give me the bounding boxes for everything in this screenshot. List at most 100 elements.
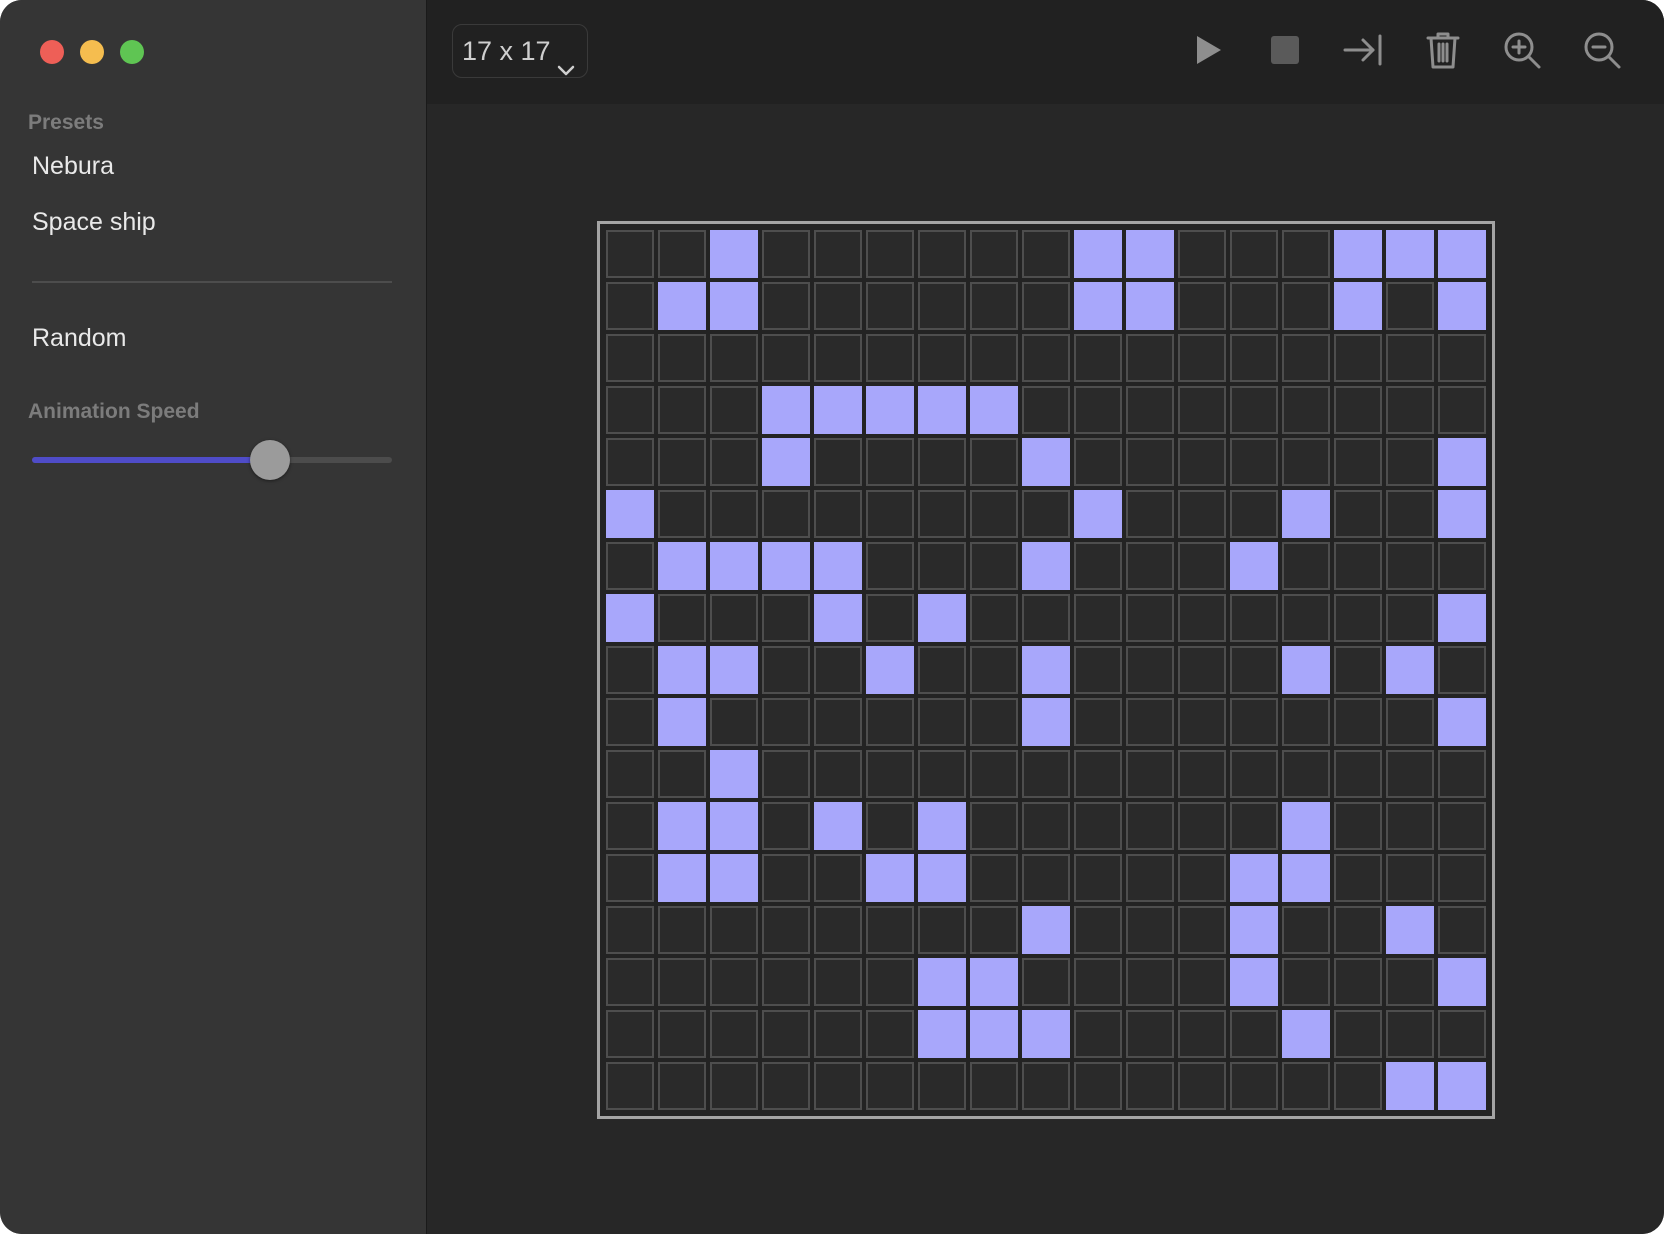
grid-cell[interactable] <box>1178 594 1226 642</box>
grid-cell[interactable] <box>1386 958 1434 1006</box>
grid-cell[interactable] <box>1178 282 1226 330</box>
grid-cell[interactable] <box>658 386 706 434</box>
grid-cell[interactable] <box>1074 334 1122 382</box>
grid-cell[interactable] <box>1386 282 1434 330</box>
grid-cell[interactable] <box>918 802 966 850</box>
grid-cell[interactable] <box>1126 906 1174 954</box>
grid-cell[interactable] <box>814 750 862 798</box>
grid-cell[interactable] <box>918 490 966 538</box>
grid-cell[interactable] <box>1074 1062 1122 1110</box>
grid-cell[interactable] <box>658 594 706 642</box>
grid-cell[interactable] <box>1282 646 1330 694</box>
grid-cell[interactable] <box>1334 646 1382 694</box>
grid-cell[interactable] <box>1230 594 1278 642</box>
grid-cell[interactable] <box>658 542 706 590</box>
grid-cell[interactable] <box>1334 1062 1382 1110</box>
grid-cell[interactable] <box>918 750 966 798</box>
grid-cell[interactable] <box>606 854 654 902</box>
grid-cell[interactable] <box>1074 854 1122 902</box>
grid-cell[interactable] <box>918 646 966 694</box>
grid-cell[interactable] <box>1126 334 1174 382</box>
grid-cell[interactable] <box>1126 1062 1174 1110</box>
grid-cell[interactable] <box>606 646 654 694</box>
grid-cell[interactable] <box>1126 230 1174 278</box>
grid-cell[interactable] <box>1178 646 1226 694</box>
grid-cell[interactable] <box>866 334 914 382</box>
grid-cell[interactable] <box>1178 750 1226 798</box>
zoom-in-button[interactable] <box>1500 28 1544 72</box>
grid-cell[interactable] <box>1438 646 1486 694</box>
grid-cell[interactable] <box>658 802 706 850</box>
grid-cell[interactable] <box>1230 958 1278 1006</box>
grid-cell[interactable] <box>1022 906 1070 954</box>
grid-cell[interactable] <box>1334 1010 1382 1058</box>
grid-cell[interactable] <box>1282 542 1330 590</box>
grid-cell[interactable] <box>814 490 862 538</box>
grid-cell[interactable] <box>1022 802 1070 850</box>
grid-cell[interactable] <box>866 958 914 1006</box>
grid-cell[interactable] <box>866 854 914 902</box>
close-window-button[interactable] <box>40 40 64 64</box>
grid-cell[interactable] <box>606 594 654 642</box>
grid-cell[interactable] <box>1386 438 1434 486</box>
grid-cell[interactable] <box>970 386 1018 434</box>
step-forward-button[interactable] <box>1341 28 1385 72</box>
grid-cell[interactable] <box>1178 1062 1226 1110</box>
zoom-out-button[interactable] <box>1580 28 1624 72</box>
grid-size-select[interactable]: 17 x 17 <box>452 24 588 78</box>
grid-cell[interactable] <box>866 698 914 746</box>
animation-speed-slider[interactable] <box>32 440 392 480</box>
grid-cell[interactable] <box>1126 958 1174 1006</box>
grid-cell[interactable] <box>658 490 706 538</box>
grid-cell[interactable] <box>1438 282 1486 330</box>
grid-cell[interactable] <box>1022 490 1070 538</box>
grid-cell[interactable] <box>970 334 1018 382</box>
grid-cell[interactable] <box>970 230 1018 278</box>
grid-cell[interactable] <box>918 594 966 642</box>
grid-cell[interactable] <box>970 802 1018 850</box>
grid-cell[interactable] <box>1126 750 1174 798</box>
grid-cell[interactable] <box>762 542 810 590</box>
grid-cell[interactable] <box>1386 334 1434 382</box>
grid-cell[interactable] <box>1386 1010 1434 1058</box>
grid-cell[interactable] <box>658 958 706 1006</box>
grid-cell[interactable] <box>970 646 1018 694</box>
grid-cell[interactable] <box>1282 230 1330 278</box>
grid-cell[interactable] <box>814 1062 862 1110</box>
grid-cell[interactable] <box>970 906 1018 954</box>
grid-cell[interactable] <box>658 1062 706 1110</box>
grid-cell[interactable] <box>1074 282 1122 330</box>
grid-cell[interactable] <box>1126 282 1174 330</box>
grid-cell[interactable] <box>1386 906 1434 954</box>
grid-cell[interactable] <box>762 594 810 642</box>
grid-cell[interactable] <box>1386 386 1434 434</box>
grid-cell[interactable] <box>1230 1062 1278 1110</box>
grid-cell[interactable] <box>814 854 862 902</box>
grid-cell[interactable] <box>710 698 758 746</box>
grid-cell[interactable] <box>606 334 654 382</box>
grid-cell[interactable] <box>866 1010 914 1058</box>
grid-cell[interactable] <box>814 542 862 590</box>
grid-cell[interactable] <box>970 854 1018 902</box>
grid-cell[interactable] <box>606 906 654 954</box>
grid-cell[interactable] <box>1074 750 1122 798</box>
grid-cell[interactable] <box>970 1062 1018 1110</box>
grid-cell[interactable] <box>918 1010 966 1058</box>
grid-cell[interactable] <box>1334 906 1382 954</box>
grid-cell[interactable] <box>1334 802 1382 850</box>
grid-cell[interactable] <box>1438 438 1486 486</box>
grid-cell[interactable] <box>1126 854 1174 902</box>
grid-cell[interactable] <box>1282 1062 1330 1110</box>
grid-cell[interactable] <box>1230 646 1278 694</box>
grid-cell[interactable] <box>1178 958 1226 1006</box>
grid-cell[interactable] <box>1178 334 1226 382</box>
grid-cell[interactable] <box>1334 438 1382 486</box>
grid-cell[interactable] <box>918 282 966 330</box>
grid-cell[interactable] <box>814 282 862 330</box>
clear-button[interactable] <box>1421 28 1465 72</box>
grid-cell[interactable] <box>1074 646 1122 694</box>
grid-cell[interactable] <box>1230 490 1278 538</box>
grid-cell[interactable] <box>1386 698 1434 746</box>
grid-cell[interactable] <box>1438 698 1486 746</box>
grid-cell[interactable] <box>1126 594 1174 642</box>
